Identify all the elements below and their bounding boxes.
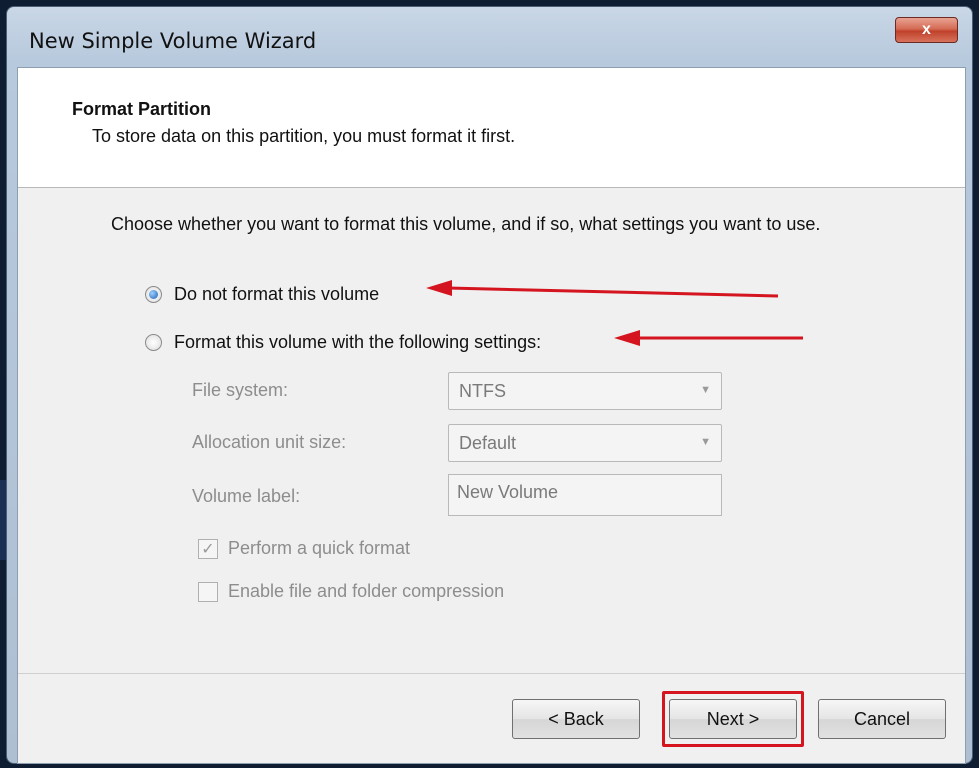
close-button[interactable]: x [895, 17, 958, 43]
compression-checkbox[interactable]: Enable file and folder compression [198, 581, 504, 602]
page-title: Format Partition [72, 99, 212, 119]
footer-divider [18, 673, 965, 674]
window-title: New Simple Volume Wizard [29, 29, 317, 53]
radio-button-selected[interactable] [145, 286, 162, 303]
checkmark-icon[interactable]: ✓ [198, 538, 218, 559]
wizard-client-area: Format Partition To store data on this p… [17, 67, 966, 764]
wizard-window: New Simple Volume Wizard x Format Partit… [6, 6, 973, 764]
radio-do-not-format[interactable]: Do not format this volume [145, 284, 379, 305]
file-system-select[interactable]: NTFS ▼ [448, 372, 722, 410]
radio-format-volume-label: Format this volume with the following se… [174, 332, 542, 352]
wizard-header: Format Partition To store data on this p… [18, 68, 965, 188]
back-button[interactable]: < Back [512, 699, 640, 739]
quick-format-label: Perform a quick format [228, 538, 411, 558]
intro-text: Choose whether you want to format this v… [111, 214, 821, 234]
allocation-unit-value: Default [459, 432, 517, 453]
volume-label-value: New Volume [457, 482, 559, 502]
compression-label: Enable file and folder compression [228, 581, 505, 601]
close-icon: x [922, 21, 931, 38]
allocation-unit-select[interactable]: Default ▼ [448, 424, 722, 462]
allocation-unit-label: Allocation unit size: [192, 432, 347, 452]
volume-label-label: Volume label: [192, 486, 301, 506]
radio-format-volume[interactable]: Format this volume with the following se… [145, 332, 541, 353]
chevron-down-icon: ▼ [700, 436, 711, 448]
checkbox-unchecked[interactable] [198, 581, 218, 602]
volume-label-input[interactable]: New Volume [448, 474, 722, 516]
quick-format-checkbox[interactable]: ✓ Perform a quick format [198, 538, 410, 559]
chevron-down-icon: ▼ [700, 384, 711, 396]
radio-button[interactable] [145, 334, 162, 351]
cancel-button[interactable]: Cancel [818, 699, 946, 739]
file-system-value: NTFS [459, 380, 506, 401]
page-subtitle: To store data on this partition, you mus… [92, 126, 516, 146]
file-system-label: File system: [192, 380, 289, 400]
next-button[interactable]: Next > [669, 699, 797, 739]
radio-do-not-format-label: Do not format this volume [174, 284, 380, 304]
